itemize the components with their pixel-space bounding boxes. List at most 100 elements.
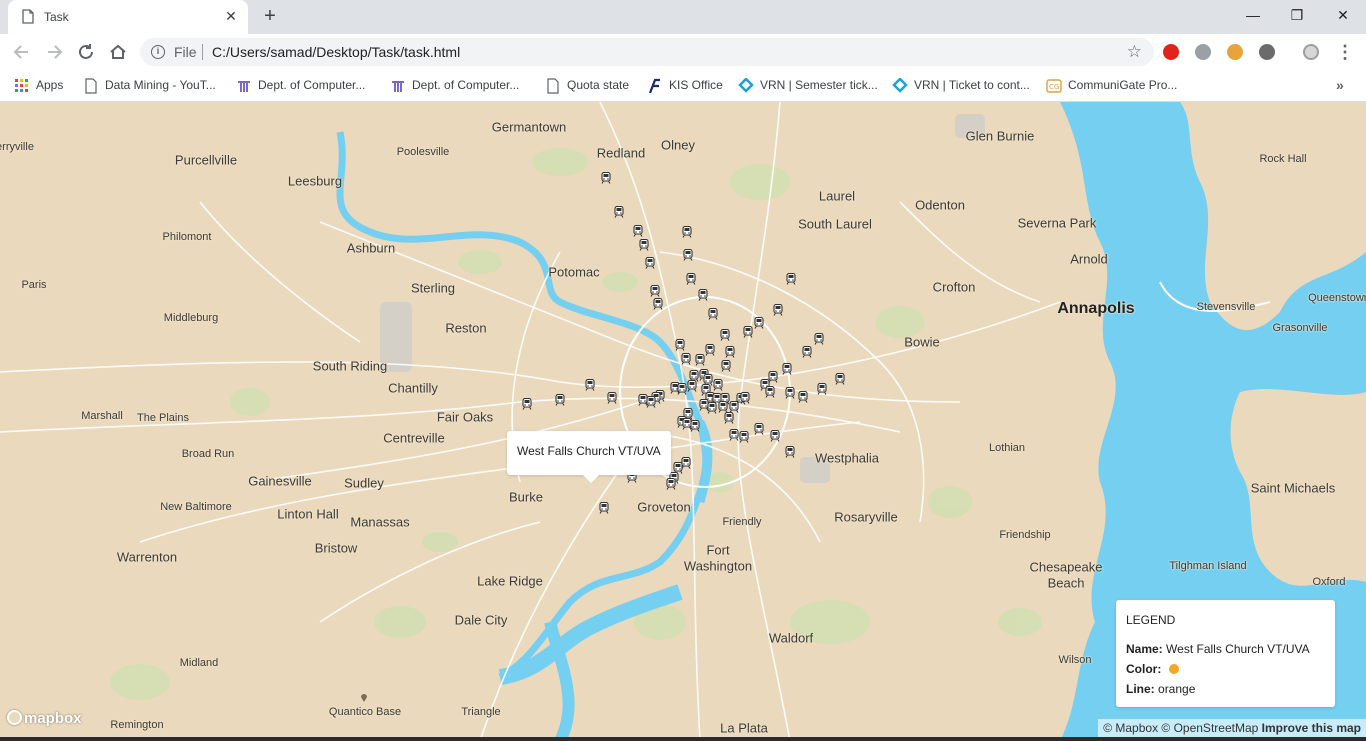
tab-title: Task: [44, 10, 69, 24]
tab-task[interactable]: Task ✕: [8, 0, 248, 34]
map-canvas[interactable]: Germantown Redland Olney Glen Burnie Poolesv…: [0, 102, 1366, 741]
metro-station-icon[interactable]: [724, 412, 734, 424]
metro-station-icon[interactable]: [802, 346, 812, 358]
info-icon[interactable]: i: [151, 45, 165, 59]
metro-station-icon[interactable]: [720, 329, 730, 341]
legend-line-value: orange: [1158, 682, 1196, 696]
place-label: Gainesville: [248, 473, 312, 489]
metro-station-icon[interactable]: [754, 317, 764, 329]
metro-station-icon[interactable]: [785, 387, 795, 399]
place-label: Laurel: [818, 188, 856, 204]
place-label: Triangle: [461, 706, 501, 718]
metro-station-icon[interactable]: [601, 172, 611, 184]
place-label: Friendly: [722, 516, 762, 528]
metro-station-icon[interactable]: [695, 354, 705, 366]
metro-station-icon[interactable]: [765, 386, 775, 398]
metro-station-icon[interactable]: [555, 394, 565, 406]
address-bar[interactable]: i File C:/Users/samad/Desktop/Task/task.…: [140, 38, 1154, 66]
metro-station-icon[interactable]: [798, 391, 808, 403]
metro-station-icon[interactable]: [835, 373, 845, 385]
metro-station-icon[interactable]: [677, 383, 687, 395]
metro-station-icon[interactable]: [653, 298, 663, 310]
place-label: Arnold: [1070, 251, 1108, 267]
metro-station-icon[interactable]: [645, 257, 655, 269]
university-logo-icon: [238, 81, 250, 92]
university-logo-icon: [392, 81, 404, 92]
metro-station-icon[interactable]: [683, 249, 693, 261]
opera-extension-icon[interactable]: [1163, 44, 1179, 60]
metro-station-icon[interactable]: [690, 420, 700, 432]
window-close-button[interactable]: ✕: [1320, 0, 1366, 30]
metro-station-icon[interactable]: [729, 429, 739, 441]
soccer-extension-icon[interactable]: [1259, 44, 1275, 60]
tab-close-icon[interactable]: ✕: [222, 7, 240, 25]
mapbox-logo[interactable]: mapbox: [7, 710, 82, 727]
place-label: South Laurel: [798, 216, 872, 232]
metro-station-icon[interactable]: [638, 394, 648, 406]
metro-station-icon[interactable]: [814, 333, 824, 345]
legend-color-row: Color:: [1126, 662, 1179, 676]
metro-station-icon[interactable]: [817, 383, 827, 395]
metro-station-icon[interactable]: [681, 353, 691, 365]
metro-station-icon[interactable]: [633, 225, 643, 237]
metro-station-icon[interactable]: [666, 478, 676, 490]
minimize-button[interactable]: —: [1230, 0, 1276, 30]
metro-station-icon[interactable]: [739, 431, 749, 443]
metro-station-icon[interactable]: [743, 326, 753, 338]
bookmark-label: VRN | Ticket to cont...: [914, 78, 1030, 92]
bookmark-star-icon[interactable]: ☆: [1127, 42, 1142, 62]
metro-station-icon[interactable]: [585, 379, 595, 391]
owl-extension-icon[interactable]: [1227, 44, 1243, 60]
metro-station-icon[interactable]: [708, 308, 718, 320]
metro-station-icon[interactable]: [639, 239, 649, 251]
place-label: Olney: [661, 137, 695, 153]
metro-station-icon[interactable]: [687, 380, 697, 392]
metro-station-icon[interactable]: [522, 398, 532, 410]
metro-station-icon[interactable]: [754, 423, 764, 435]
new-tab-button[interactable]: +: [258, 6, 282, 28]
metro-station-icon[interactable]: [782, 363, 792, 375]
metro-station-icon[interactable]: [698, 289, 708, 301]
improve-map-link[interactable]: Improve this map: [1262, 721, 1361, 735]
metro-station-icon[interactable]: [725, 346, 735, 358]
place-label: Crofton: [932, 279, 976, 295]
place-label: Burke: [509, 489, 543, 505]
globe-extension-icon[interactable]: [1195, 44, 1211, 60]
communigate-icon: CG: [1046, 79, 1062, 93]
place-label: Lake Ridge: [477, 573, 543, 589]
place-label: Wilson: [1058, 654, 1092, 666]
metro-station-icon[interactable]: [614, 206, 624, 218]
bookmarks-overflow-icon[interactable]: »: [1336, 77, 1344, 93]
metro-station-icon[interactable]: [686, 273, 696, 285]
legend-color-label: Color:: [1126, 662, 1162, 676]
url-text[interactable]: C:/Users/samad/Desktop/Task/task.html: [212, 44, 460, 60]
menu-icon[interactable]: ⋮: [1336, 40, 1354, 64]
profile-avatar-icon[interactable]: [1303, 44, 1319, 60]
metro-station-icon[interactable]: [705, 344, 715, 356]
bookmark-label: Data Mining - YouT...: [105, 78, 216, 92]
home-icon[interactable]: [105, 40, 131, 64]
forward-icon[interactable]: [41, 40, 67, 64]
metro-station-icon[interactable]: [650, 285, 660, 297]
metro-station-icon[interactable]: [607, 392, 617, 404]
bookmark-label: Quota state: [567, 78, 630, 92]
back-icon[interactable]: [9, 40, 35, 64]
metro-station-icon[interactable]: [682, 226, 692, 238]
metro-station-icon[interactable]: [721, 360, 731, 372]
page-icon: [547, 78, 559, 94]
place-label: Waldorf: [768, 630, 814, 646]
place-label: Beach: [1047, 575, 1085, 591]
attribution-text[interactable]: © Mapbox © OpenStreetMap: [1103, 721, 1258, 735]
metro-station-icon[interactable]: [785, 446, 795, 458]
metro-station-icon[interactable]: [773, 304, 783, 316]
metro-station-icon[interactable]: [675, 339, 685, 351]
metro-station-icon[interactable]: [599, 502, 609, 514]
reload-icon[interactable]: [73, 40, 99, 64]
metro-station-icon[interactable]: [713, 379, 723, 391]
metro-station-icon[interactable]: [786, 273, 796, 285]
metro-station-icon[interactable]: [740, 392, 750, 404]
metro-station-icon[interactable]: [770, 430, 780, 442]
metro-station-icon[interactable]: [707, 402, 717, 414]
place-label: Saint Michaels: [1250, 480, 1336, 496]
restore-button[interactable]: ❐: [1274, 0, 1320, 30]
